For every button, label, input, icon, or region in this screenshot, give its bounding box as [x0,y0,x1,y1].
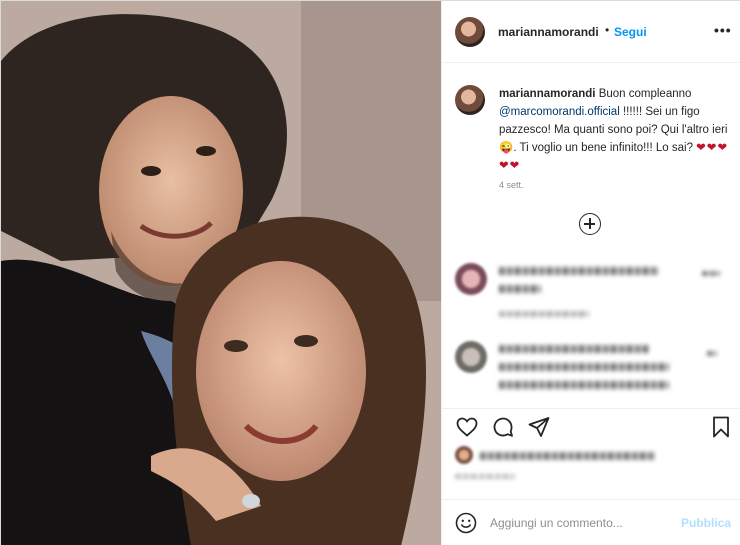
blurred-text [455,474,515,479]
caption: mariannamorandi Buon compleanno @marcomo… [499,85,729,175]
send-icon[interactable] [527,415,551,439]
caption-text-before: Buon compleanno [598,88,692,100]
header-username[interactable]: mariannamorandi [498,25,599,39]
bookmark-icon[interactable] [709,415,733,439]
more-options-icon[interactable]: ••• [714,22,732,38]
comment-input[interactable] [490,513,670,533]
instagram-post: mariannamorandi • Segui ••• mariannamora… [0,0,740,545]
blurred-avatar [455,446,473,464]
post-actions-bar [442,408,740,444]
blurred-text [499,311,589,317]
post-age[interactable]: 4 sett. [499,180,524,190]
post-photo-illustration [1,1,441,545]
caption-username[interactable]: mariannamorandi [499,88,596,100]
separator-dot: • [605,23,610,37]
plus-circle-icon[interactable] [579,213,601,235]
heart-icon[interactable] [455,415,479,439]
avatar[interactable] [455,17,485,47]
blurred-text [702,271,720,276]
blurred-text [707,351,717,356]
blurred-text [499,381,669,389]
blurred-text [499,363,669,371]
post-photo[interactable] [1,1,441,545]
blurred-avatar [455,263,487,295]
blurred-text [499,345,649,353]
publish-button[interactable]: Pubblica [681,516,731,530]
blurred-text [499,285,541,293]
blurred-text [480,452,655,460]
add-comment-bar: Pubblica [442,499,740,545]
follow-button[interactable]: Segui [614,25,647,39]
caption-avatar[interactable] [455,85,485,115]
smiley-icon[interactable] [454,511,478,535]
caption-mention[interactable]: @marcomorandi.official [499,106,620,118]
blurred-avatar [455,341,487,373]
blurred-text [499,267,659,275]
post-header: mariannamorandi • Segui ••• [442,1,740,63]
post-side-panel: mariannamorandi • Segui ••• mariannamora… [441,1,740,545]
comment-icon[interactable] [491,415,515,439]
likes-summary-blurred [442,444,740,499]
comments-area: mariannamorandi Buon compleanno @marcomo… [442,63,740,408]
